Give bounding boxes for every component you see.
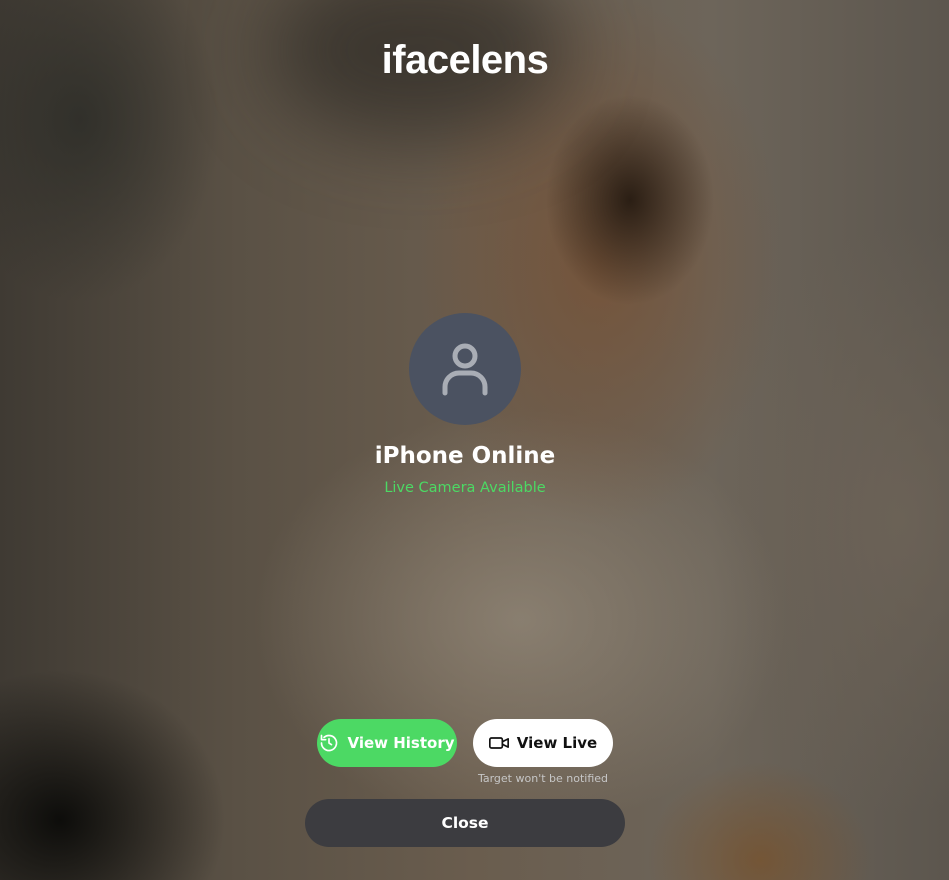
video-camera-icon <box>488 735 509 751</box>
camera-status: Live Camera Available <box>384 480 546 496</box>
view-history-label: View History <box>347 734 455 752</box>
avatar <box>409 313 521 425</box>
view-history-button[interactable]: View History <box>317 719 457 767</box>
close-button[interactable]: Close <box>305 799 625 847</box>
history-icon <box>319 733 339 753</box>
device-name: iPhone Online <box>374 443 556 469</box>
notification-note: Target won't be notified <box>477 772 609 785</box>
view-live-button[interactable]: View Live <box>473 719 613 767</box>
app-title: ifacelens <box>381 38 549 82</box>
user-icon <box>439 341 491 397</box>
view-live-label: View Live <box>516 734 598 752</box>
